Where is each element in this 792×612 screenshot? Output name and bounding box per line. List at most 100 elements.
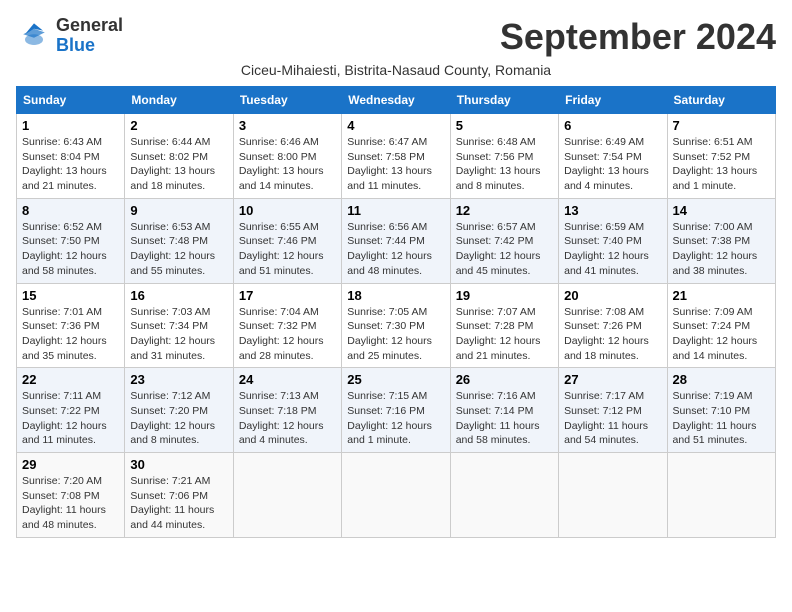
calendar-cell: 9Sunrise: 6:53 AMSunset: 7:48 PMDaylight… (125, 198, 233, 283)
cell-info: Daylight: 13 hours and 4 minutes. (564, 164, 661, 193)
cell-info: Sunrise: 7:16 AM (456, 389, 553, 404)
cell-info: Sunset: 7:12 PM (564, 404, 661, 419)
day-number: 25 (347, 372, 444, 387)
calendar-cell: 14Sunrise: 7:00 AMSunset: 7:38 PMDayligh… (667, 198, 775, 283)
day-number: 23 (130, 372, 227, 387)
calendar-cell (450, 453, 558, 538)
cell-info: Daylight: 13 hours and 14 minutes. (239, 164, 336, 193)
cell-info: Sunrise: 7:20 AM (22, 474, 119, 489)
day-number: 4 (347, 118, 444, 133)
calendar-cell: 28Sunrise: 7:19 AMSunset: 7:10 PMDayligh… (667, 368, 775, 453)
cell-info: Daylight: 11 hours and 48 minutes. (22, 503, 119, 532)
cell-info: Sunrise: 7:12 AM (130, 389, 227, 404)
cell-info: Sunset: 7:18 PM (239, 404, 336, 419)
cell-info: Daylight: 12 hours and 35 minutes. (22, 334, 119, 363)
cell-info: Sunset: 7:14 PM (456, 404, 553, 419)
calendar-cell: 4Sunrise: 6:47 AMSunset: 7:58 PMDaylight… (342, 114, 450, 199)
cell-info: Daylight: 12 hours and 1 minute. (347, 419, 444, 448)
calendar-cell: 19Sunrise: 7:07 AMSunset: 7:28 PMDayligh… (450, 283, 558, 368)
cell-info: Daylight: 12 hours and 51 minutes. (239, 249, 336, 278)
cell-info: Sunset: 7:46 PM (239, 234, 336, 249)
logo: General Blue (16, 16, 123, 56)
cell-info: Sunset: 7:20 PM (130, 404, 227, 419)
day-number: 26 (456, 372, 553, 387)
calendar-cell (233, 453, 341, 538)
calendar-cell: 30Sunrise: 7:21 AMSunset: 7:06 PMDayligh… (125, 453, 233, 538)
cell-info: Sunset: 7:58 PM (347, 150, 444, 165)
cell-info: Sunset: 7:34 PM (130, 319, 227, 334)
day-header-thursday: Thursday (450, 87, 558, 114)
cell-info: Sunset: 7:32 PM (239, 319, 336, 334)
cell-info: Daylight: 13 hours and 18 minutes. (130, 164, 227, 193)
day-number: 28 (673, 372, 770, 387)
calendar-cell: 25Sunrise: 7:15 AMSunset: 7:16 PMDayligh… (342, 368, 450, 453)
calendar-cell: 15Sunrise: 7:01 AMSunset: 7:36 PMDayligh… (17, 283, 125, 368)
cell-info: Daylight: 12 hours and 31 minutes. (130, 334, 227, 363)
cell-info: Sunset: 7:30 PM (347, 319, 444, 334)
day-number: 17 (239, 288, 336, 303)
cell-info: Sunrise: 6:46 AM (239, 135, 336, 150)
calendar-cell: 24 Sunrise: 7:13 AMSunset: 7:18 PMDayligh… (233, 368, 341, 453)
cell-info: Sunrise: 7:13 AM (239, 389, 336, 404)
calendar-cell: 12Sunrise: 6:57 AMSunset: 7:42 PMDayligh… (450, 198, 558, 283)
calendar-cell: 1Sunrise: 6:43 AMSunset: 8:04 PMDaylight… (17, 114, 125, 199)
cell-info: Sunset: 7:28 PM (456, 319, 553, 334)
day-header-monday: Monday (125, 87, 233, 114)
day-number: 24 (239, 372, 336, 387)
cell-info: Sunset: 7:42 PM (456, 234, 553, 249)
cell-info: Sunset: 7:10 PM (673, 404, 770, 419)
day-number: 29 (22, 457, 119, 472)
cell-info: Sunrise: 7:21 AM (130, 474, 227, 489)
day-number: 18 (347, 288, 444, 303)
day-header-friday: Friday (559, 87, 667, 114)
cell-info: Sunrise: 7:03 AM (130, 305, 227, 320)
cell-info: Sunset: 7:36 PM (22, 319, 119, 334)
day-header-saturday: Saturday (667, 87, 775, 114)
calendar-cell: 17Sunrise: 7:04 AMSunset: 7:32 PMDayligh… (233, 283, 341, 368)
cell-info: Sunset: 7:38 PM (673, 234, 770, 249)
cell-info: Daylight: 12 hours and 41 minutes. (564, 249, 661, 278)
calendar-cell: 23Sunrise: 7:12 AMSunset: 7:20 PMDayligh… (125, 368, 233, 453)
calendar-table: SundayMondayTuesdayWednesdayThursdayFrid… (16, 86, 776, 538)
day-number: 5 (456, 118, 553, 133)
calendar-cell: 2Sunrise: 6:44 AMSunset: 8:02 PMDaylight… (125, 114, 233, 199)
cell-info: Daylight: 12 hours and 28 minutes. (239, 334, 336, 363)
calendar-cell: 8Sunrise: 6:52 AMSunset: 7:50 PMDaylight… (17, 198, 125, 283)
cell-info: Daylight: 12 hours and 55 minutes. (130, 249, 227, 278)
cell-info: Sunrise: 6:57 AM (456, 220, 553, 235)
cell-info: Daylight: 12 hours and 38 minutes. (673, 249, 770, 278)
cell-info: Sunrise: 6:55 AM (239, 220, 336, 235)
cell-info: Sunset: 8:00 PM (239, 150, 336, 165)
cell-info: Sunset: 7:40 PM (564, 234, 661, 249)
cell-info: Sunset: 7:54 PM (564, 150, 661, 165)
day-number: 16 (130, 288, 227, 303)
cell-info: Sunrise: 6:56 AM (347, 220, 444, 235)
cell-info: Sunset: 7:24 PM (673, 319, 770, 334)
cell-info: Daylight: 12 hours and 18 minutes. (564, 334, 661, 363)
cell-info: Sunset: 7:16 PM (347, 404, 444, 419)
calendar-cell: 21Sunrise: 7:09 AMSunset: 7:24 PMDayligh… (667, 283, 775, 368)
cell-info: Sunset: 8:04 PM (22, 150, 119, 165)
cell-info: Sunset: 8:02 PM (130, 150, 227, 165)
cell-info: Sunset: 7:48 PM (130, 234, 227, 249)
cell-info: Sunrise: 6:52 AM (22, 220, 119, 235)
calendar-cell (559, 453, 667, 538)
day-number: 10 (239, 203, 336, 218)
logo-text: General Blue (56, 16, 123, 56)
day-header-tuesday: Tuesday (233, 87, 341, 114)
calendar-cell: 11Sunrise: 6:56 AMSunset: 7:44 PMDayligh… (342, 198, 450, 283)
cell-info: Sunrise: 7:09 AM (673, 305, 770, 320)
day-number: 2 (130, 118, 227, 133)
cell-info: Daylight: 11 hours and 51 minutes. (673, 419, 770, 448)
day-number: 8 (22, 203, 119, 218)
calendar-cell: 3Sunrise: 6:46 AMSunset: 8:00 PMDaylight… (233, 114, 341, 199)
cell-info: Daylight: 12 hours and 4 minutes. (239, 419, 336, 448)
cell-info: Sunset: 7:50 PM (22, 234, 119, 249)
calendar-cell: 16 Sunrise: 7:03 AMSunset: 7:34 PMDayligh… (125, 283, 233, 368)
cell-info: Daylight: 13 hours and 1 minute. (673, 164, 770, 193)
cell-info: Sunrise: 6:43 AM (22, 135, 119, 150)
cell-info: Sunset: 7:08 PM (22, 489, 119, 504)
calendar-cell: 26Sunrise: 7:16 AMSunset: 7:14 PMDayligh… (450, 368, 558, 453)
day-number: 6 (564, 118, 661, 133)
day-number: 15 (22, 288, 119, 303)
